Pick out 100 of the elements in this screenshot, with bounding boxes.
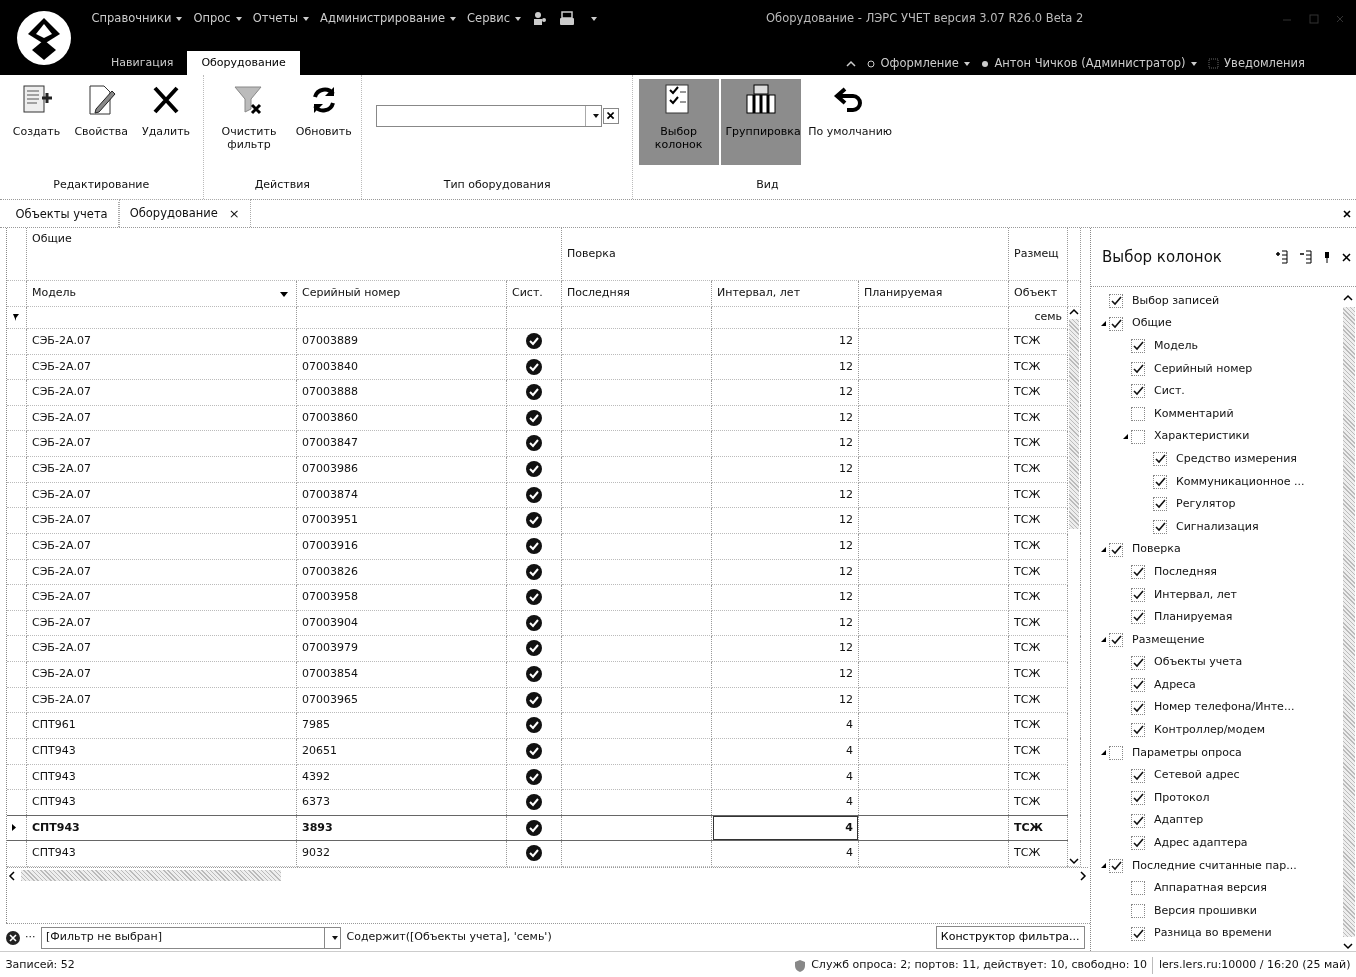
ribbon-button[interactable]: Выбор колонок xyxy=(638,79,719,165)
menu-item[interactable]: Опрос xyxy=(193,10,242,28)
tree-item[interactable]: Серийный номер xyxy=(1154,360,1253,378)
table-row[interactable]: СЭБ-2А.07 07003986 12 ТСЖ xyxy=(6,456,1081,483)
collapse-icon[interactable] xyxy=(846,59,856,68)
pin-icon[interactable] xyxy=(1322,251,1331,263)
checkbox[interactable] xyxy=(1109,632,1123,647)
logo-icon[interactable] xyxy=(16,10,72,66)
checkbox[interactable] xyxy=(1109,542,1123,557)
close-icon[interactable] xyxy=(1342,209,1352,219)
table-row[interactable]: СЭБ-2А.07 07003951 12 ТСЖ xyxy=(6,507,1081,534)
checkbox[interactable] xyxy=(1131,678,1145,693)
vertical-scrollbar[interactable] xyxy=(1068,306,1080,866)
document-tab[interactable]: Оборудование × xyxy=(118,198,251,227)
column-header[interactable]: Объект xyxy=(1008,280,1068,306)
ribbon-button[interactable]: Группировка xyxy=(721,79,802,165)
table-row[interactable]: СЭБ-2А.07 07003904 12 ТСЖ xyxy=(6,610,1081,636)
tree-item[interactable]: Коммуникационное ... xyxy=(1176,473,1305,491)
tree-item[interactable]: Объекты учета xyxy=(1154,654,1243,671)
table-row[interactable]: СЭБ-2А.07 07003854 12 ТСЖ xyxy=(6,661,1081,688)
tree-item[interactable]: Протокол xyxy=(1154,789,1210,807)
collapse-arrow-icon[interactable] xyxy=(1121,433,1129,441)
tree-item[interactable]: Сигнализация xyxy=(1176,518,1259,536)
menu-item[interactable]: Уведомления xyxy=(1224,55,1305,73)
checkbox[interactable] xyxy=(1131,384,1145,399)
table-row[interactable]: СЭБ-2А.07 07003979 12 ТСЖ xyxy=(6,635,1081,662)
scroll-up-icon[interactable] xyxy=(1068,306,1080,317)
scroll-left-icon[interactable] xyxy=(6,869,17,882)
sort-icon[interactable] xyxy=(280,291,288,297)
checkbox[interactable] xyxy=(1131,407,1145,421)
tree-item[interactable]: Выбор записей xyxy=(1132,292,1220,310)
checkbox[interactable] xyxy=(1131,361,1145,376)
checkbox[interactable] xyxy=(1131,610,1145,625)
scroll-up-icon[interactable] xyxy=(1342,293,1354,303)
menu-item[interactable]: Отчеты xyxy=(252,10,310,28)
combo-field[interactable] xyxy=(375,105,602,127)
document-tab[interactable]: Объекты учета xyxy=(5,201,119,227)
checkbox[interactable] xyxy=(1153,452,1167,467)
checkbox[interactable] xyxy=(1131,791,1145,806)
table-row[interactable]: СЭБ-2А.07 07003916 12 ТСЖ xyxy=(6,533,1081,559)
filter-builder-button[interactable]: Конструктор фильтра... xyxy=(935,926,1085,949)
checkbox[interactable] xyxy=(1109,745,1123,760)
menu-item[interactable]: Оформление xyxy=(880,55,970,73)
tree-item[interactable]: Адаптер xyxy=(1154,812,1204,829)
filter-icon[interactable] xyxy=(11,312,20,321)
checkbox[interactable] xyxy=(1131,813,1145,828)
table-row[interactable]: СПТ943 9032 4 ТСЖ xyxy=(6,840,1081,867)
people-icon[interactable] xyxy=(532,11,549,27)
table-row[interactable]: СЭБ-2А.07 07003826 12 ТСЖ xyxy=(6,559,1081,585)
checkbox[interactable] xyxy=(1131,700,1145,715)
table-row[interactable]: СПТ943 20651 4 ТСЖ xyxy=(6,738,1081,764)
table-row[interactable]: СЭБ-2А.07 07003847 12 ТСЖ xyxy=(6,430,1081,457)
tree-item[interactable]: Номер телефона/Инте... xyxy=(1154,699,1295,716)
checkbox[interactable] xyxy=(1131,429,1145,444)
add-column-icon[interactable] xyxy=(1274,250,1288,264)
checkbox[interactable] xyxy=(1131,587,1145,602)
column-header[interactable]: Планируемая xyxy=(858,280,1009,306)
filter-cell[interactable]: семь xyxy=(1008,306,1068,329)
checkbox[interactable] xyxy=(1131,881,1145,896)
menu-item[interactable]: Сервис xyxy=(467,10,522,28)
tree-item[interactable]: Планируемая xyxy=(1154,609,1233,626)
table-row[interactable]: СПТ961 7985 4 ТСЖ xyxy=(6,712,1081,739)
close-icon[interactable] xyxy=(1341,252,1351,262)
table-row[interactable]: СЭБ-2А.07 07003889 12 ТСЖ xyxy=(6,328,1081,354)
tree-item[interactable]: Аппаратная версия xyxy=(1154,880,1267,897)
menu-item[interactable]: Администрирование xyxy=(320,10,457,28)
checkbox[interactable] xyxy=(1109,316,1123,331)
collapse-arrow-icon[interactable] xyxy=(1099,862,1107,870)
table-row[interactable]: СЭБ-2А.07 07003888 12 ТСЖ xyxy=(6,379,1081,406)
ribbon-button[interactable]: Создать xyxy=(5,79,68,165)
checkbox[interactable] xyxy=(1153,474,1167,489)
tree-item[interactable]: Последняя xyxy=(1154,563,1217,581)
table-row[interactable]: СПТ943 4392 4 ТСЖ xyxy=(6,764,1081,790)
horizontal-scrollbar[interactable] xyxy=(6,867,1088,884)
table-row[interactable]: СЭБ-2А.07 07003874 12 ТСЖ xyxy=(6,482,1081,508)
checkbox[interactable] xyxy=(1131,565,1145,580)
table-row[interactable]: СЭБ-2А.07 07003860 12 ТСЖ xyxy=(6,405,1081,431)
tree-item[interactable]: Адреса xyxy=(1154,676,1196,694)
more-button[interactable]: ··· xyxy=(25,929,36,946)
checkbox[interactable] xyxy=(1153,520,1167,534)
tree-item[interactable]: Версия прошивки xyxy=(1154,902,1257,920)
tree-item[interactable]: Сист. xyxy=(1154,383,1185,400)
ribbon-tab[interactable]: Оборудование xyxy=(187,50,300,75)
column-header[interactable]: Последняя xyxy=(561,280,712,306)
tree-item[interactable]: Последние считанные пар... xyxy=(1132,857,1297,875)
checkbox[interactable] xyxy=(1109,858,1123,873)
checkbox[interactable] xyxy=(1153,497,1167,512)
tree-item[interactable]: Общие xyxy=(1132,315,1172,332)
collapse-arrow-icon[interactable] xyxy=(1099,546,1107,554)
checkbox[interactable] xyxy=(1131,655,1145,670)
scroll-down-icon[interactable] xyxy=(1342,941,1354,951)
tree-item[interactable]: Параметры опроса xyxy=(1132,744,1242,762)
collapse-arrow-icon[interactable] xyxy=(1099,749,1107,757)
checkbox[interactable] xyxy=(1109,294,1123,309)
printer-icon[interactable] xyxy=(559,11,576,27)
checkbox[interactable] xyxy=(1131,339,1145,354)
table-row[interactable]: СПТ943 6373 4 ТСЖ xyxy=(6,789,1081,816)
table-row[interactable]: СЭБ-2А.07 07003965 12 ТСЖ xyxy=(6,687,1081,713)
ribbon-button[interactable]: Очистить фильтр xyxy=(209,79,289,165)
checkbox[interactable] xyxy=(1131,926,1145,941)
